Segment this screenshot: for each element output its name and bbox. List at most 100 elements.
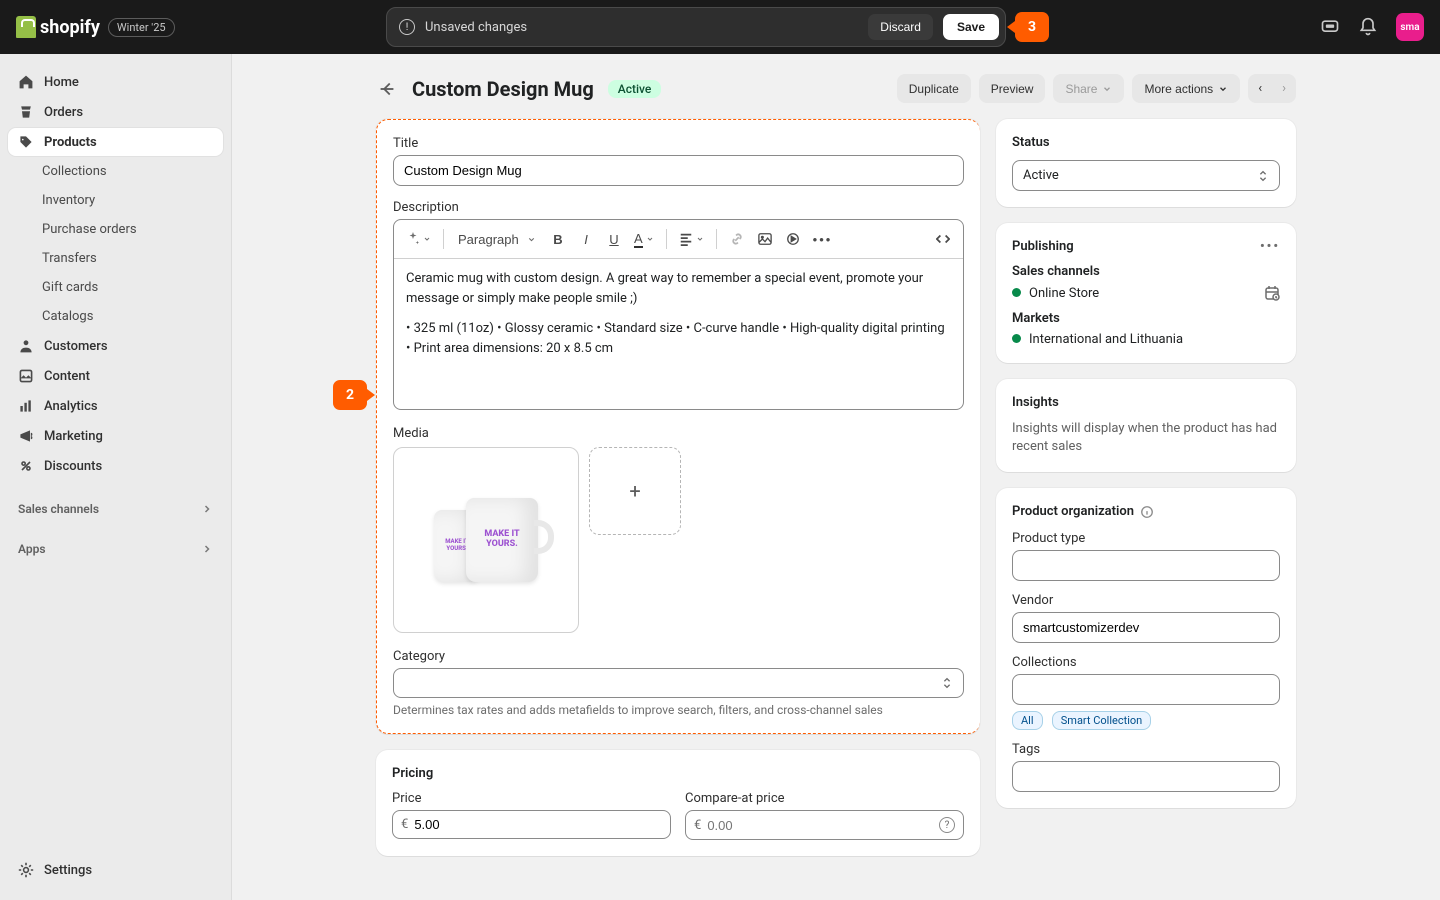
rte-more-button[interactable]: ••• bbox=[809, 226, 837, 252]
discard-button[interactable]: Discard bbox=[868, 14, 933, 40]
rte-code-button[interactable] bbox=[931, 226, 955, 252]
vendor-input[interactable] bbox=[1012, 612, 1280, 643]
nav-marketing[interactable]: Marketing bbox=[8, 422, 223, 450]
nav-settings[interactable]: Settings bbox=[8, 856, 223, 884]
edition-pill: Winter '25 bbox=[108, 18, 175, 37]
image-icon bbox=[758, 232, 772, 246]
topbar-actions: sma bbox=[1320, 13, 1424, 41]
nav-content[interactable]: Content bbox=[8, 362, 223, 390]
nav-products[interactable]: Products bbox=[8, 128, 223, 156]
callout-step-3: 3 bbox=[1015, 12, 1049, 42]
rte-video-button[interactable] bbox=[781, 226, 805, 252]
product-type-label: Product type bbox=[1012, 531, 1280, 546]
rte-toolbar: Paragraph B I U A ••• bbox=[394, 220, 963, 259]
notifications-icon[interactable] bbox=[1358, 17, 1378, 37]
status-badge: Active bbox=[608, 80, 662, 98]
rte-image-button[interactable] bbox=[753, 226, 777, 252]
markets-value: International and Lithuania bbox=[1012, 332, 1183, 347]
save-button[interactable]: Save bbox=[943, 14, 999, 40]
compare-at-label: Compare-at price bbox=[685, 791, 964, 806]
rte-link-button[interactable] bbox=[725, 226, 749, 252]
video-icon bbox=[786, 232, 800, 246]
info-icon[interactable] bbox=[1140, 505, 1154, 519]
more-actions-button[interactable]: More actions bbox=[1132, 74, 1240, 103]
prev-next-pager: ‹ › bbox=[1248, 74, 1296, 103]
main-content: Custom Design Mug Active Duplicate Previ… bbox=[232, 54, 1440, 900]
description-textarea[interactable]: Ceramic mug with custom design. A great … bbox=[394, 259, 963, 409]
next-product: › bbox=[1272, 74, 1296, 103]
nav-purchase-orders[interactable]: Purchase orders bbox=[8, 216, 223, 243]
insights-card: Insights Insights will display when the … bbox=[996, 379, 1296, 472]
rte-ai-button[interactable] bbox=[402, 226, 435, 252]
home-icon bbox=[18, 74, 34, 90]
schedule-icon[interactable] bbox=[1264, 285, 1280, 301]
chevron-down-icon bbox=[527, 235, 536, 244]
nav-catalogs[interactable]: Catalogs bbox=[8, 303, 223, 330]
nav-gift-cards[interactable]: Gift cards bbox=[8, 274, 223, 301]
tags-input[interactable] bbox=[1012, 761, 1280, 792]
chevron-down-icon bbox=[696, 235, 704, 243]
category-select[interactable] bbox=[393, 668, 964, 698]
status-select[interactable]: Active bbox=[1012, 160, 1280, 191]
media-thumbnail[interactable]: MAKE IT YOURS. MAKE IT YOURS. bbox=[393, 447, 579, 633]
nav-home[interactable]: Home bbox=[8, 68, 223, 96]
unsaved-message: Unsaved changes bbox=[425, 20, 858, 35]
rte-italic-button[interactable]: I bbox=[574, 226, 598, 252]
nav-discounts[interactable]: Discounts bbox=[8, 452, 223, 480]
collection-tag-smart[interactable]: Smart Collection bbox=[1052, 711, 1151, 730]
markets-heading: Markets bbox=[1012, 311, 1280, 326]
collection-tag-all[interactable]: All bbox=[1012, 711, 1043, 730]
prev-product[interactable]: ‹ bbox=[1248, 74, 1272, 103]
description-label: Description bbox=[393, 200, 964, 215]
currency-symbol: € bbox=[401, 817, 408, 832]
title-label: Title bbox=[393, 136, 964, 151]
chevron-down-icon bbox=[423, 235, 431, 243]
status-dot-icon bbox=[1012, 288, 1021, 297]
pos-icon[interactable] bbox=[1320, 17, 1340, 37]
compare-input[interactable] bbox=[707, 818, 933, 833]
add-media-button[interactable]: + bbox=[589, 447, 681, 535]
collections-input[interactable] bbox=[1012, 674, 1280, 705]
orders-icon bbox=[18, 104, 34, 120]
publishing-heading: Publishing bbox=[1012, 239, 1074, 254]
chevron-down-icon bbox=[1218, 84, 1228, 94]
nav-customers[interactable]: Customers bbox=[8, 332, 223, 360]
nav-apps[interactable]: Apps bbox=[8, 536, 223, 562]
title-input[interactable] bbox=[393, 155, 964, 186]
price-label: Price bbox=[392, 791, 671, 806]
rte-color-button[interactable]: A bbox=[630, 226, 658, 252]
nav-collections[interactable]: Collections bbox=[8, 158, 223, 185]
help-icon[interactable]: ? bbox=[939, 817, 955, 833]
nav-transfers[interactable]: Transfers bbox=[8, 245, 223, 272]
rte-align-button[interactable] bbox=[675, 226, 708, 252]
product-type-input[interactable] bbox=[1012, 550, 1280, 581]
rte-paragraph-select[interactable]: Paragraph bbox=[452, 226, 542, 252]
page-header: Custom Design Mug Active Duplicate Previ… bbox=[376, 74, 1296, 103]
compare-input-wrap: € ? bbox=[685, 810, 964, 840]
shopify-logo[interactable]: shopify bbox=[16, 16, 100, 38]
brand-group: shopify Winter '25 bbox=[16, 16, 236, 38]
rte-underline-button[interactable]: U bbox=[602, 226, 626, 252]
analytics-icon bbox=[18, 398, 34, 414]
status-card: Status Active bbox=[996, 119, 1296, 207]
nav-inventory[interactable]: Inventory bbox=[8, 187, 223, 214]
back-arrow-icon[interactable] bbox=[376, 78, 398, 100]
media-label: Media bbox=[393, 426, 964, 441]
price-input[interactable] bbox=[414, 817, 662, 832]
discounts-icon bbox=[18, 458, 34, 474]
contextual-save-bar: ! Unsaved changes Discard Save bbox=[386, 7, 1006, 47]
nav-orders[interactable]: Orders bbox=[8, 98, 223, 126]
preview-button[interactable]: Preview bbox=[979, 74, 1046, 103]
duplicate-button[interactable]: Duplicate bbox=[897, 74, 971, 103]
callout-step-2: 2 bbox=[333, 380, 367, 410]
publishing-menu-icon[interactable]: ••• bbox=[1260, 239, 1280, 254]
avatar[interactable]: sma bbox=[1396, 13, 1424, 41]
chevron-down-icon bbox=[1102, 84, 1112, 94]
select-icon bbox=[941, 676, 953, 690]
nav-analytics[interactable]: Analytics bbox=[8, 392, 223, 420]
chevron-right-icon bbox=[201, 543, 213, 555]
nav-sales-channels[interactable]: Sales channels bbox=[8, 496, 223, 522]
customers-icon bbox=[18, 338, 34, 354]
currency-symbol: € bbox=[694, 818, 701, 833]
rte-bold-button[interactable]: B bbox=[546, 226, 570, 252]
